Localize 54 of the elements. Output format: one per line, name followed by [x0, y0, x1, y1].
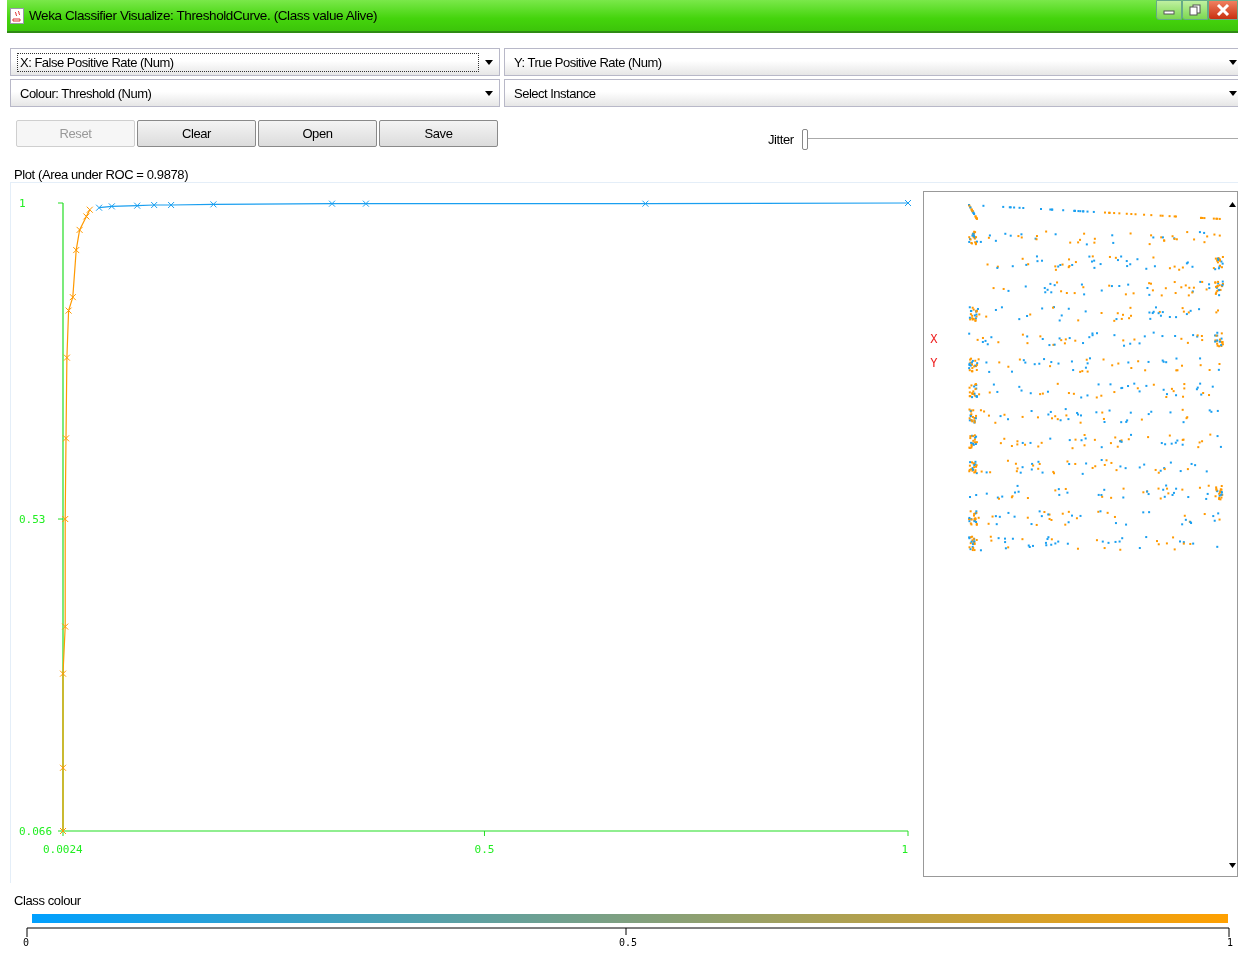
caret-icon — [1229, 59, 1237, 65]
caret-icon — [485, 90, 493, 96]
legend-tick-label: 0 — [23, 937, 30, 948]
data-point — [59, 827, 67, 835]
data-point — [76, 226, 84, 234]
data-point — [63, 354, 71, 362]
x-tick-label: 1 — [901, 843, 908, 856]
data-point — [133, 202, 141, 210]
data-point — [65, 307, 73, 315]
data-point — [641, 200, 649, 208]
data-point — [61, 515, 69, 523]
action-button[interactable]: Clear — [137, 119, 256, 147]
data-point — [328, 200, 336, 208]
caret-icon — [485, 59, 493, 65]
y-tick-label: 0.066 — [19, 825, 53, 838]
caret-icon — [1229, 90, 1237, 96]
attribute-dropdown[interactable]: X: False Positive Rate (Num) — [10, 48, 500, 76]
data-point — [209, 200, 217, 208]
restore-icon — [1189, 4, 1201, 16]
attribute-dropdown[interactable]: Colour: Threshold (Num) — [10, 79, 500, 107]
x-tick-label: 0.0024 — [43, 843, 83, 856]
scroll-up-icon[interactable] — [1229, 202, 1236, 207]
axis-marker: Y — [930, 356, 938, 370]
data-point — [167, 201, 175, 209]
x-tick-label: 0.5 — [474, 843, 495, 856]
jitter-slider[interactable] — [801, 129, 1238, 149]
window-title: Weka Classifier Visualize: ThresholdCurve. (Class value Alive) — [29, 8, 378, 23]
legend-tick-label: 0.5 — [618, 937, 638, 948]
action-button[interactable]: Save — [379, 119, 498, 147]
close-icon — [1216, 4, 1230, 16]
data-point — [108, 202, 116, 210]
data-point — [62, 434, 70, 442]
jitter-label: Jitter — [768, 131, 794, 147]
data-point — [61, 623, 69, 631]
restore-button[interactable] — [1182, 0, 1208, 20]
action-button[interactable]: Open — [258, 119, 377, 147]
y-tick-label: 1 — [19, 197, 26, 210]
y-tick-label: 0.53 — [19, 513, 46, 526]
data-point — [150, 201, 158, 209]
scroll-down-icon[interactable] — [1229, 863, 1236, 868]
data-point — [59, 764, 67, 772]
attribute-dropdown[interactable]: Y: True Positive Rate (Num) — [504, 48, 1238, 76]
legend-tick-label: 1 — [1226, 937, 1233, 948]
legend-title: Class colour — [14, 893, 82, 908]
axis-marker: X — [930, 332, 938, 346]
data-point — [69, 293, 77, 301]
data-point — [59, 670, 67, 678]
data-point — [72, 246, 80, 254]
data-point — [904, 199, 912, 207]
data-point — [362, 200, 370, 208]
plot-title: Plot (Area under ROC = 0.9878) — [14, 167, 190, 182]
attribute-dropdown[interactable]: Select Instance — [504, 79, 1238, 107]
coffee-cup-icon — [10, 7, 24, 24]
close-button[interactable] — [1208, 0, 1238, 20]
